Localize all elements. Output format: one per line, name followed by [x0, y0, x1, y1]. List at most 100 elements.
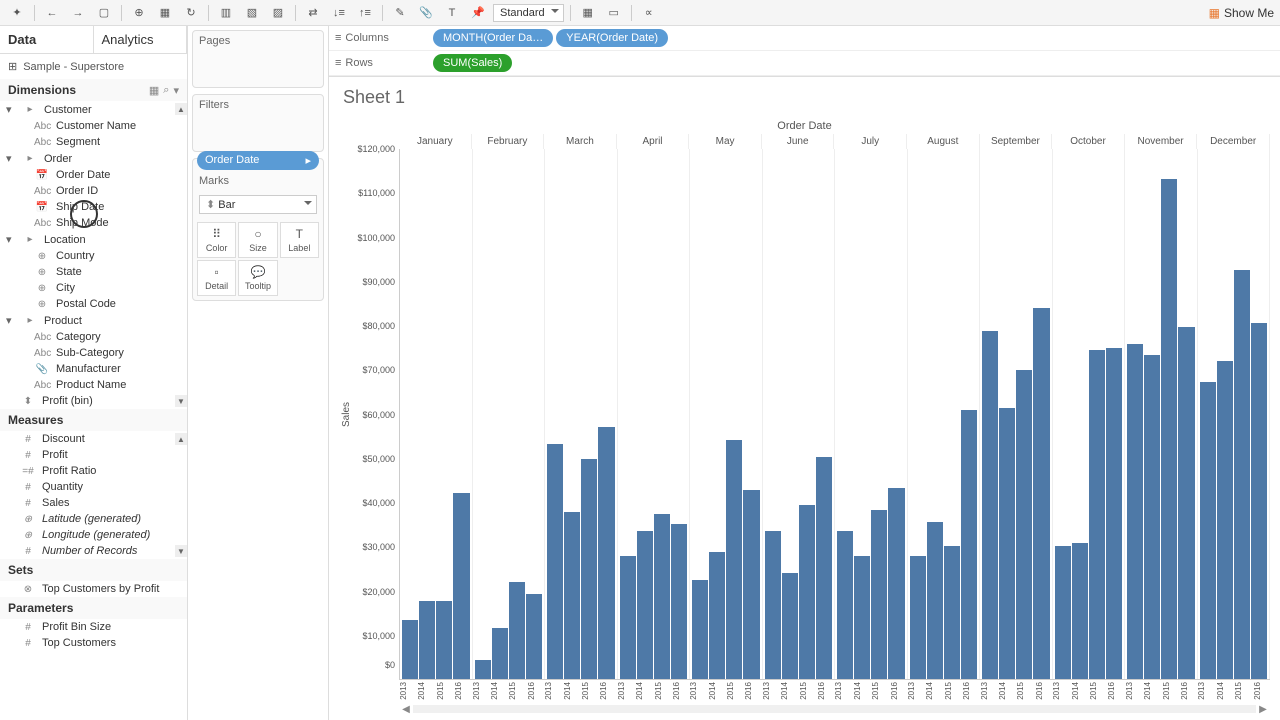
forward-button[interactable]: →: [67, 3, 89, 23]
field-ship-mode[interactable]: AbcShip Mode: [0, 215, 187, 231]
chart-plot[interactable]: [399, 149, 1270, 680]
field-product-name[interactable]: AbcProduct Name: [0, 377, 187, 393]
presentation-button[interactable]: ▭: [603, 3, 625, 23]
bar[interactable]: [402, 620, 418, 679]
bar[interactable]: [726, 440, 742, 680]
group-button[interactable]: 📎: [415, 3, 437, 23]
save-button[interactable]: ▢: [93, 3, 115, 23]
bar[interactable]: [999, 408, 1015, 679]
bar[interactable]: [1144, 355, 1160, 679]
mark-size[interactable]: ○Size: [238, 222, 277, 258]
field-state[interactable]: ⊕State: [0, 264, 187, 280]
field-order-id[interactable]: AbcOrder ID: [0, 183, 187, 199]
mark-color[interactable]: ⠿Color: [197, 222, 236, 258]
bar[interactable]: [927, 522, 943, 679]
show-cards-button[interactable]: ▦: [577, 3, 599, 23]
bar[interactable]: [854, 556, 870, 679]
field-longitude-generated-[interactable]: ⊕Longitude (generated): [0, 527, 187, 543]
mark-detail[interactable]: ▫Detail: [197, 260, 236, 296]
bar[interactable]: [1127, 344, 1143, 679]
horizontal-scrollbar[interactable]: ◀ ▶: [399, 702, 1270, 716]
field-latitude-generated-[interactable]: ⊕Latitude (generated): [0, 511, 187, 527]
scroll-up[interactable]: ▲: [175, 433, 187, 445]
bar[interactable]: [1016, 370, 1032, 680]
pages-shelf[interactable]: Pages: [192, 30, 324, 88]
scroll-right[interactable]: ▶: [1256, 704, 1270, 715]
view-icon[interactable]: ▦: [149, 84, 159, 97]
bar[interactable]: [871, 510, 887, 680]
sheet-title[interactable]: Sheet 1: [329, 77, 1280, 118]
field-ship-date[interactable]: 📅Ship Date: [0, 199, 187, 215]
scroll-left[interactable]: ◀: [399, 704, 413, 715]
field-top-customers-by-profit[interactable]: ⊗Top Customers by Profit: [0, 581, 187, 597]
field-manufacturer[interactable]: 📎Manufacturer: [0, 361, 187, 377]
bar[interactable]: [547, 444, 563, 679]
field-postal-code[interactable]: ⊕Postal Code: [0, 296, 187, 312]
refresh-button[interactable]: ↻: [180, 3, 202, 23]
field-quantity[interactable]: #Quantity: [0, 479, 187, 495]
swap-button[interactable]: ⇄: [302, 3, 324, 23]
mark-label[interactable]: TLabel: [280, 222, 319, 258]
marks-type-selector[interactable]: ⬍ Bar: [199, 195, 317, 214]
bar[interactable]: [526, 594, 542, 679]
highlight-button[interactable]: ✎: [389, 3, 411, 23]
bar[interactable]: [692, 580, 708, 680]
bar[interactable]: [419, 601, 435, 679]
bar[interactable]: [492, 628, 508, 679]
bar[interactable]: [598, 427, 614, 679]
columns-shelf[interactable]: ≡Columns MONTH(Order Da… YEAR(Order Date…: [329, 26, 1280, 51]
field-profit[interactable]: #Profit: [0, 447, 187, 463]
field-customer[interactable]: ▾▸Customer: [0, 101, 187, 118]
duplicate-button[interactable]: ▧: [241, 3, 263, 23]
scroll-down[interactable]: ▼: [175, 545, 187, 557]
bar[interactable]: [888, 488, 904, 679]
bar[interactable]: [944, 546, 960, 680]
bar[interactable]: [837, 531, 853, 679]
bar[interactable]: [1033, 308, 1049, 679]
bar[interactable]: [961, 410, 977, 679]
bar[interactable]: [475, 660, 491, 679]
bar[interactable]: [453, 493, 469, 680]
bar[interactable]: [620, 556, 636, 679]
field-sales[interactable]: #Sales: [0, 495, 187, 511]
fit-selector[interactable]: Standard: [493, 4, 564, 22]
field-top-customers[interactable]: #Top Customers: [0, 635, 187, 651]
bar[interactable]: [671, 524, 687, 679]
scroll-down[interactable]: ▼: [175, 395, 187, 407]
field-profit-bin-[interactable]: ⬍Profit (bin): [0, 393, 187, 409]
text-button[interactable]: T: [441, 3, 463, 23]
pin-button[interactable]: 📌: [467, 3, 489, 23]
bar[interactable]: [637, 531, 653, 679]
bar[interactable]: [1217, 361, 1233, 679]
back-button[interactable]: ←: [41, 3, 63, 23]
bar[interactable]: [982, 331, 998, 679]
field-order[interactable]: ▾▸Order: [0, 150, 187, 167]
bar[interactable]: [765, 531, 781, 679]
field-profit-bin-size[interactable]: #Profit Bin Size: [0, 619, 187, 635]
bar[interactable]: [564, 512, 580, 680]
new-datasource-button[interactable]: ⊕: [128, 3, 150, 23]
bar[interactable]: [509, 582, 525, 680]
field-city[interactable]: ⊕City: [0, 280, 187, 296]
menu-icon[interactable]: ▾: [173, 84, 179, 97]
pill-year-order-date-[interactable]: YEAR(Order Date): [556, 29, 668, 47]
bar[interactable]: [1200, 382, 1216, 679]
clear-button[interactable]: ▨: [267, 3, 289, 23]
pill-sum-sales-[interactable]: SUM(Sales): [433, 54, 512, 72]
bar[interactable]: [1234, 270, 1250, 679]
bar[interactable]: [1106, 348, 1122, 679]
bar[interactable]: [782, 573, 798, 679]
bar[interactable]: [581, 459, 597, 680]
bar[interactable]: [1072, 543, 1088, 679]
field-location[interactable]: ▾▸Location: [0, 231, 187, 248]
bar[interactable]: [1055, 546, 1071, 680]
tableau-icon[interactable]: ✦: [6, 3, 28, 23]
bar[interactable]: [436, 601, 452, 679]
field-discount[interactable]: #Discount: [0, 431, 187, 447]
bar[interactable]: [799, 505, 815, 679]
datasource-item[interactable]: ⊞ Sample - Superstore: [0, 54, 187, 79]
filters-shelf[interactable]: Filters: [192, 94, 324, 152]
bar[interactable]: [1178, 327, 1194, 679]
sort-desc-button[interactable]: ↑≡: [354, 3, 376, 23]
field-customer-name[interactable]: AbcCustomer Name: [0, 118, 187, 134]
